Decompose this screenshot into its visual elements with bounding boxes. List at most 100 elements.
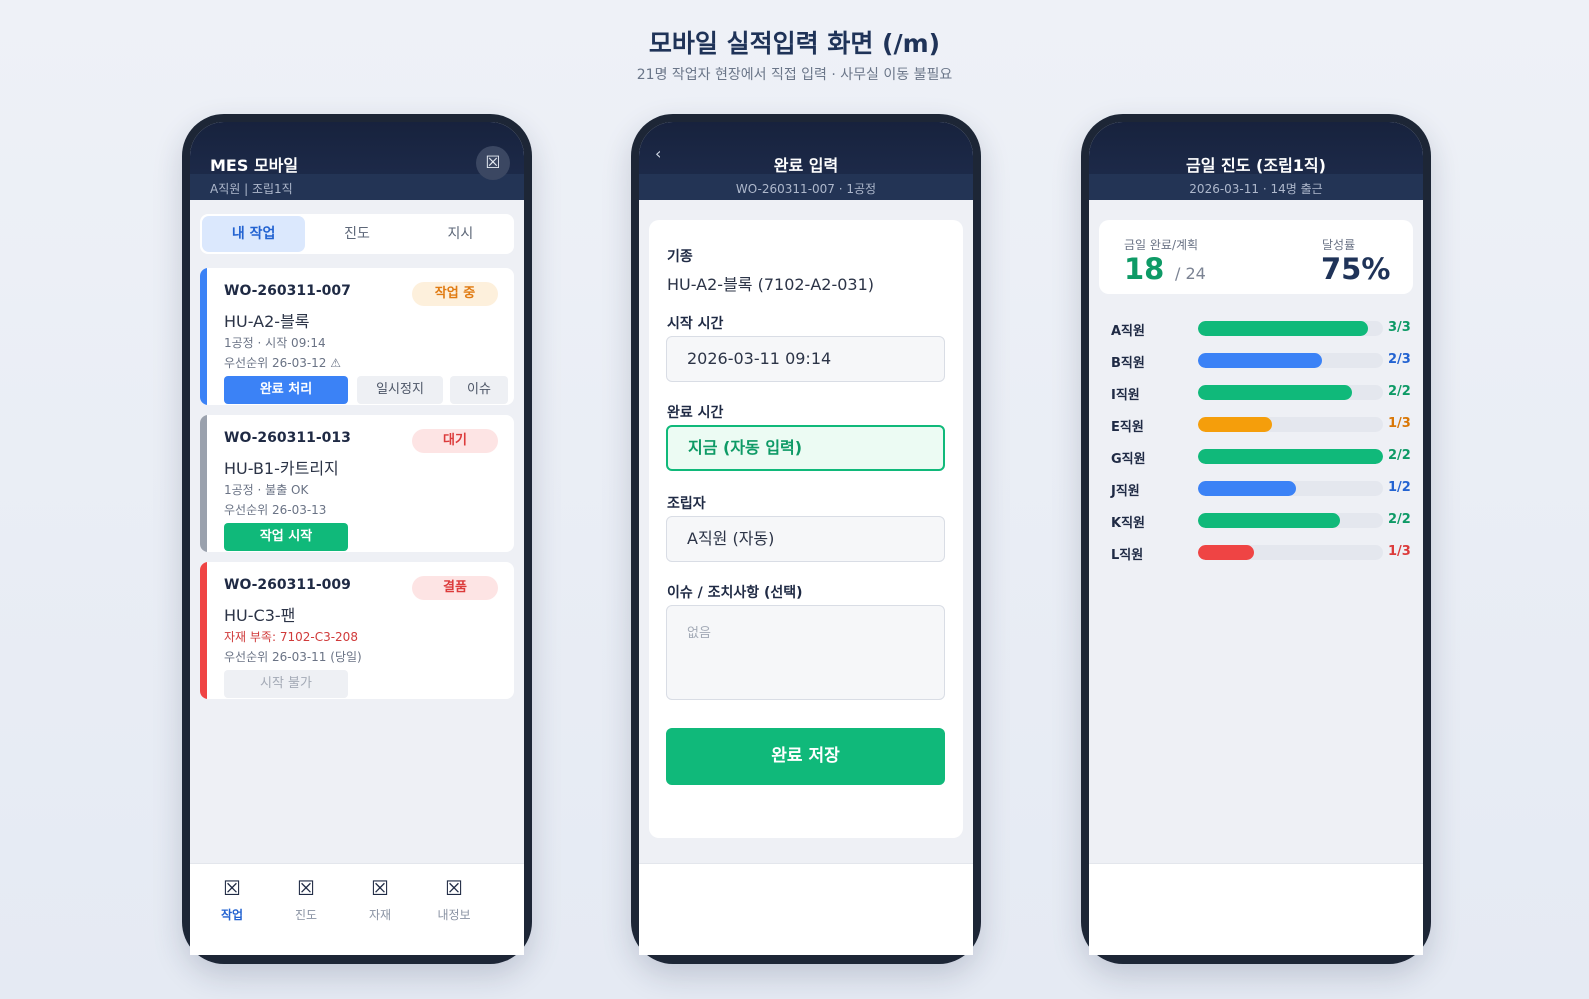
- bottom-area: [1089, 863, 1423, 955]
- progress-icon: ☒: [297, 876, 315, 900]
- progress-value: 2/2: [1388, 448, 1411, 463]
- user-info: A직원 | 조립1직: [210, 182, 293, 196]
- done-count: 18: [1124, 252, 1165, 286]
- worker-name: A직원: [1111, 324, 1145, 339]
- process-info: 1공정 · 불출 OK: [224, 483, 309, 497]
- nav-item-work[interactable]: ☒ 작업: [202, 876, 262, 923]
- complete-button[interactable]: 완료 처리: [224, 376, 348, 404]
- tab-progress[interactable]: 진도: [305, 216, 408, 252]
- nav-label: 자재: [368, 908, 392, 922]
- phone-screen: MES 모바일 A직원 | 조립1직 ☒ 내 작업 진도 지시 WO-26031…: [190, 122, 524, 955]
- model-label: 기종: [667, 249, 693, 265]
- tab-bar: 내 작업 진도 지시: [200, 214, 514, 254]
- phone-daily-progress: 금일 진도 (조립1직) 2026-03-11 · 14명 출근 금일 완료/계…: [1081, 114, 1431, 964]
- worker-name: L직원: [1111, 548, 1144, 563]
- work-card[interactable]: WO-260311-009 결품 HU-C3-팬 자재 부족: 7102-C3-…: [200, 562, 514, 699]
- summary-card: 금일 완료/계획 18 / 24 달성률 75%: [1099, 220, 1413, 294]
- priority-info: 우선순위 26-03-13: [224, 503, 327, 517]
- screen-subtitle: WO-260311-007 · 1공정: [735, 182, 877, 196]
- end-time-label: 완료 시간: [667, 405, 724, 421]
- nav-label: 작업: [220, 908, 244, 922]
- start-time-field[interactable]: 2026-03-11 09:14: [666, 336, 945, 382]
- tab-orders[interactable]: 지시: [409, 216, 512, 252]
- progress-value: 2/2: [1388, 384, 1411, 399]
- progress-track: [1198, 513, 1383, 528]
- worker-progress-row: B직원 2/3: [1111, 350, 1411, 371]
- worker-name: J직원: [1111, 484, 1140, 499]
- model-name: HU-C3-팬: [224, 606, 296, 625]
- progress-fill: [1198, 321, 1369, 336]
- progress-track: [1198, 545, 1383, 560]
- tab-my-work[interactable]: 내 작업: [202, 216, 306, 252]
- start-work-button[interactable]: 작업 시작: [224, 523, 348, 551]
- screen-title: 완료 입력: [773, 156, 839, 175]
- profile-icon: ☒: [445, 876, 463, 900]
- assembler-label: 조립자: [667, 496, 706, 512]
- progress-value: 2/2: [1388, 512, 1411, 527]
- issue-label: 이슈 / 조치사항 (선택): [667, 585, 803, 601]
- nav-label: 내정보: [437, 908, 471, 922]
- save-complete-button[interactable]: 완료 저장: [666, 728, 945, 785]
- worker-progress-row: I직원 2/2: [1111, 382, 1411, 403]
- progress-fill: [1198, 545, 1254, 560]
- assembler-field[interactable]: A직원 (자동): [666, 516, 945, 562]
- screen-title: 금일 진도 (조립1직): [1186, 156, 1326, 175]
- progress-fill: [1198, 385, 1352, 400]
- nav-item-profile[interactable]: ☒ 내정보: [424, 876, 484, 923]
- phone-my-work: MES 모바일 A직원 | 조립1직 ☒ 내 작업 진도 지시 WO-26031…: [182, 114, 532, 964]
- rate-label: 달성률: [1322, 238, 1356, 252]
- progress-track: [1198, 321, 1383, 336]
- start-time-label: 시작 시간: [667, 316, 724, 332]
- material-icon: ☒: [371, 876, 389, 900]
- phone-screen: ‹ 완료 입력 WO-260311-007 · 1공정 기종 HU-A2-블록 …: [639, 122, 973, 955]
- app-title: MES 모바일: [210, 156, 299, 175]
- progress-fill: [1198, 513, 1341, 528]
- nav-item-progress[interactable]: ☒ 진도: [276, 876, 336, 923]
- issue-button[interactable]: 이슈: [450, 376, 508, 404]
- issue-textarea[interactable]: 없음: [666, 605, 945, 700]
- model-value: HU-A2-블록 (7102-A2-031): [667, 275, 875, 294]
- phone-complete-input: ‹ 완료 입력 WO-260311-007 · 1공정 기종 HU-A2-블록 …: [631, 114, 981, 964]
- page-subtitle: 21명 작업자 현장에서 직접 입력 · 사무실 이동 불필요: [636, 67, 953, 83]
- progress-track: [1198, 353, 1383, 368]
- close-icon[interactable]: ☒: [476, 146, 510, 180]
- model-name: HU-A2-블록: [224, 312, 310, 331]
- nav-item-material[interactable]: ☒ 자재: [350, 876, 410, 923]
- plan-count: / 24: [1175, 264, 1206, 283]
- worker-progress-row: J직원 1/2: [1111, 478, 1411, 499]
- bottom-nav: ☒ 작업 ☒ 진도 ☒ 자재 ☒ 내정보: [190, 863, 524, 955]
- worker-progress-row: K직원 2/2: [1111, 510, 1411, 531]
- bottom-area: [639, 863, 973, 955]
- worker-progress-row: E직원 1/3: [1111, 414, 1411, 435]
- worker-progress-row: A직원 3/3: [1111, 318, 1411, 339]
- progress-track: [1198, 481, 1383, 496]
- status-badge: 대기: [412, 429, 498, 453]
- priority-info: 우선순위 26-03-12 ⚠: [224, 356, 342, 370]
- material-shortage-info: 자재 부족: 7102-C3-208: [224, 630, 358, 644]
- work-card[interactable]: WO-260311-007 작업 중 HU-A2-블록 1공정 · 시작 09:…: [200, 268, 514, 405]
- progress-track: [1198, 385, 1383, 400]
- status-bar: [200, 415, 207, 552]
- progress-value: 1/3: [1388, 416, 1411, 431]
- status-badge: 결품: [412, 576, 498, 600]
- progress-value: 3/3: [1388, 320, 1411, 335]
- status-bar: [200, 562, 207, 699]
- pause-button[interactable]: 일시정지: [357, 376, 443, 404]
- completion-form: 기종 HU-A2-블록 (7102-A2-031) 시작 시간 2026-03-…: [649, 220, 963, 838]
- nav-label: 진도: [294, 908, 318, 922]
- worker-name: K직원: [1111, 516, 1145, 531]
- end-time-field[interactable]: 지금 (자동 입력): [666, 425, 945, 471]
- screen-subtitle: 2026-03-11 · 14명 출근: [1189, 182, 1323, 196]
- work-order-number: WO-260311-013: [224, 430, 351, 446]
- status-badge: 작업 중: [412, 282, 498, 306]
- model-name: HU-B1-카트리지: [224, 459, 339, 478]
- status-bar: [200, 268, 207, 405]
- priority-info: 우선순위 26-03-11 (당일): [224, 650, 362, 664]
- progress-track: [1198, 417, 1383, 432]
- progress-value: 1/3: [1388, 544, 1411, 559]
- progress-fill: [1198, 449, 1383, 464]
- work-card[interactable]: WO-260311-013 대기 HU-B1-카트리지 1공정 · 불출 OK …: [200, 415, 514, 552]
- worker-name: G직원: [1111, 452, 1146, 467]
- start-disabled-button: 시작 불가: [224, 670, 348, 698]
- achievement-rate: 75%: [1321, 252, 1391, 286]
